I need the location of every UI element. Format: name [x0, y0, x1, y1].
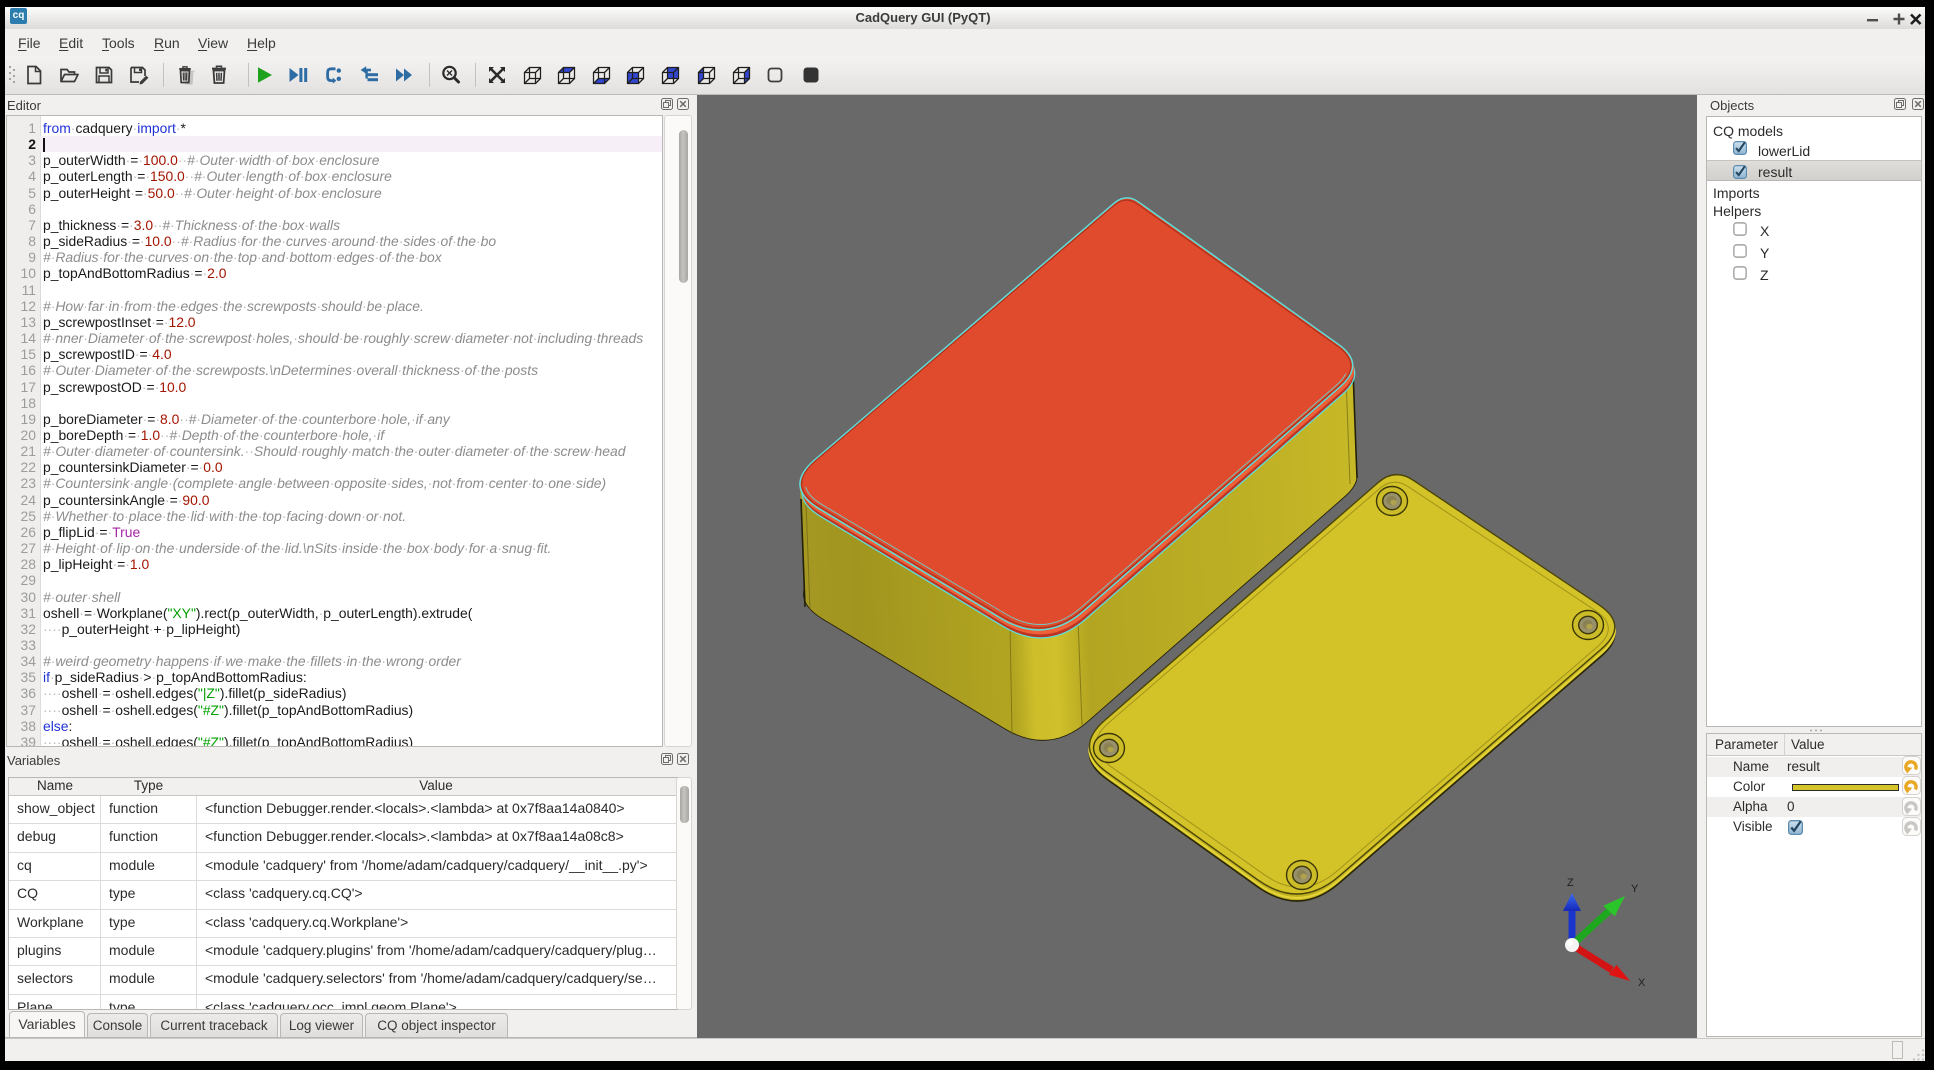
svg-text:X: X: [1638, 977, 1646, 989]
svg-text:Z: Z: [1567, 877, 1574, 889]
svg-text:Y: Y: [1631, 883, 1639, 895]
